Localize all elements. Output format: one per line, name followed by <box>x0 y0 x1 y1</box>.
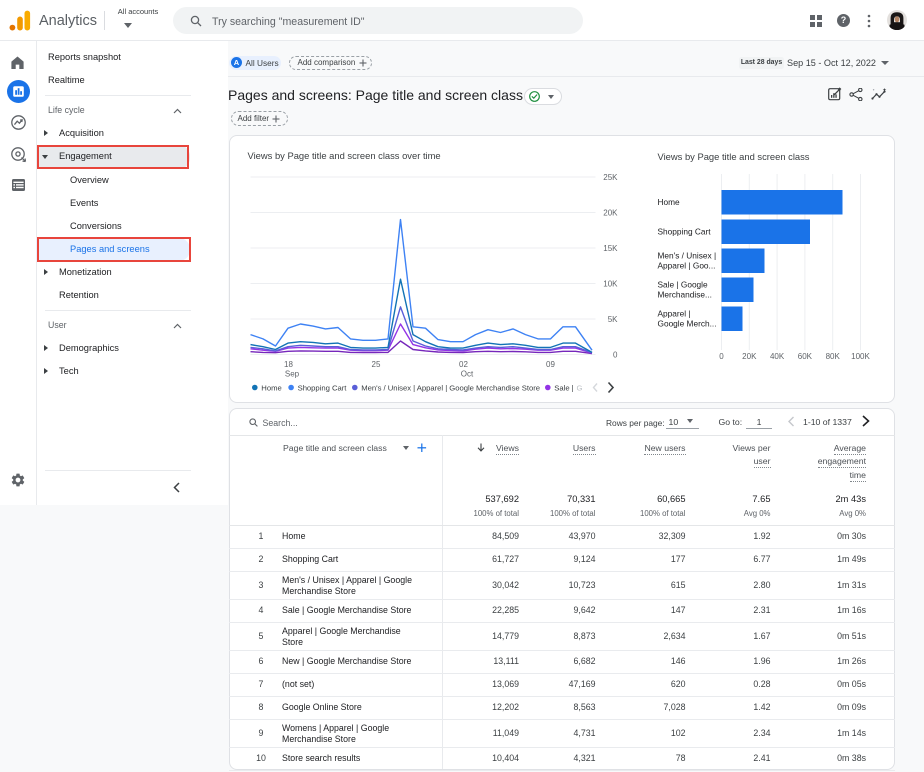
svg-text:20K: 20K <box>742 352 757 361</box>
svg-text:Apparel |: Apparel | <box>657 308 690 318</box>
svg-text:Home: Home <box>657 197 680 207</box>
svg-text:Merchandise...: Merchandise... <box>657 290 711 300</box>
svg-text:25: 25 <box>371 360 380 369</box>
svg-text:Shopping Cart: Shopping Cart <box>657 227 711 237</box>
svg-text:80K: 80K <box>825 352 840 361</box>
svg-text:02: 02 <box>459 360 468 369</box>
svg-text:Sep: Sep <box>284 370 299 379</box>
svg-text:100K: 100K <box>851 352 870 361</box>
svg-text:Views by Page title and screen: Views by Page title and screen class <box>657 151 809 162</box>
svg-text:Apparel | Goo...: Apparel | Goo... <box>657 261 715 271</box>
svg-text:Men's / Unisex |: Men's / Unisex | <box>657 250 716 260</box>
svg-text:20K: 20K <box>603 209 618 218</box>
svg-text:10K: 10K <box>603 280 618 289</box>
svg-text:G: G <box>576 384 582 393</box>
svg-text:Men's / Unisex | Apparel | Goo: Men's / Unisex | Apparel | Google Mercha… <box>361 384 540 393</box>
svg-text:Sale |: Sale | <box>554 384 573 393</box>
svg-text:25K: 25K <box>603 173 618 182</box>
svg-text:15K: 15K <box>603 244 618 253</box>
svg-text:Oct: Oct <box>460 370 473 379</box>
svg-text:Sale | Google: Sale | Google <box>657 279 708 289</box>
svg-text:18: 18 <box>284 360 293 369</box>
svg-text:09: 09 <box>546 360 555 369</box>
svg-text:Home: Home <box>261 384 281 393</box>
svg-text:40K: 40K <box>769 352 784 361</box>
svg-text:5K: 5K <box>607 315 617 324</box>
svg-text:0: 0 <box>613 351 618 360</box>
svg-text:Views by Page title and screen: Views by Page title and screen class ove… <box>247 150 440 161</box>
svg-text:Shopping Cart: Shopping Cart <box>297 384 347 393</box>
svg-text:0: 0 <box>719 352 724 361</box>
svg-text:Google Merch...: Google Merch... <box>657 319 716 329</box>
svg-text:60K: 60K <box>797 352 812 361</box>
